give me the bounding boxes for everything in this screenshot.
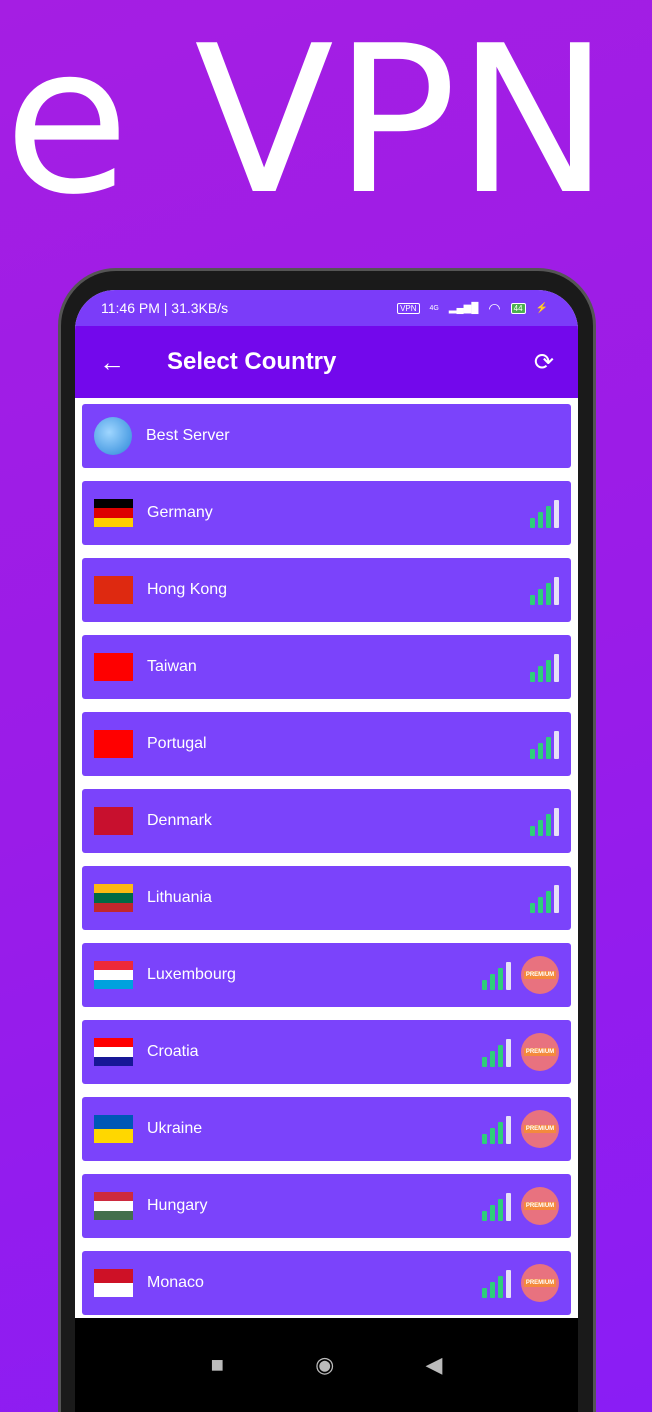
country-row[interactable]: Ukraine PREMIUM xyxy=(82,1097,571,1161)
flag-icon xyxy=(94,961,133,989)
network-type: 4G xyxy=(429,304,439,312)
country-row[interactable]: Denmark xyxy=(82,789,571,853)
signal-strength-icon xyxy=(530,575,559,605)
status-bar: 11:46 PM | 31.3KB/s VPN 4G ▂▄▆█ ◠ 44 ⚡ xyxy=(75,290,578,326)
country-name: Monaco xyxy=(147,1274,204,1291)
country-name: Luxembourg xyxy=(147,966,236,983)
back-arrow-icon[interactable]: ← xyxy=(99,347,167,378)
signal-strength-icon xyxy=(482,1114,511,1144)
country-row[interactable]: Hong Kong xyxy=(82,558,571,622)
country-row[interactable]: Lithuania xyxy=(82,866,571,930)
signal-strength-icon xyxy=(530,806,559,836)
country-name: Portugal xyxy=(147,735,207,752)
premium-badge-icon: PREMIUM xyxy=(521,956,559,994)
refresh-icon[interactable]: ⟳ xyxy=(534,348,554,377)
flag-icon xyxy=(94,653,133,681)
country-name: Hong Kong xyxy=(147,581,228,598)
country-row[interactable]: Portugal xyxy=(82,712,571,776)
vpn-badge: VPN xyxy=(397,302,420,314)
hero-title: e VPN xyxy=(4,3,610,240)
country-row[interactable]: Best Server xyxy=(82,404,571,468)
flag-icon xyxy=(94,499,133,527)
premium-badge-icon: PREMIUM xyxy=(521,1187,559,1225)
wifi-icon: ◠ xyxy=(488,299,501,316)
signal-strength-icon xyxy=(482,1037,511,1067)
signal-strength-icon xyxy=(530,652,559,682)
flag-icon xyxy=(94,1192,133,1220)
country-name: Hungary xyxy=(147,1197,208,1214)
globe-icon xyxy=(94,417,132,455)
navigation-bar: ■ ◉ ◀ xyxy=(75,1318,578,1412)
premium-badge-icon: PREMIUM xyxy=(521,1033,559,1071)
country-row[interactable]: Taiwan xyxy=(82,635,571,699)
country-row[interactable]: Croatia PREMIUM xyxy=(82,1020,571,1084)
battery-icon: 44 xyxy=(510,302,526,314)
signal-strength-icon xyxy=(530,729,559,759)
signal-strength-icon xyxy=(482,960,511,990)
country-name: Lithuania xyxy=(147,889,212,906)
country-name: Taiwan xyxy=(147,658,197,675)
country-row[interactable]: Monaco PREMIUM xyxy=(82,1251,571,1315)
premium-badge-icon: PREMIUM xyxy=(521,1264,559,1302)
flag-icon xyxy=(94,807,133,835)
country-name: Denmark xyxy=(147,812,212,829)
flag-icon xyxy=(94,730,133,758)
app-bar: ← Select Country ⟳ xyxy=(75,326,578,398)
recents-icon[interactable]: ■ xyxy=(211,1352,224,1378)
phone-screen: 11:46 PM | 31.3KB/s VPN 4G ▂▄▆█ ◠ 44 ⚡ ←… xyxy=(75,290,578,1412)
country-list: Best Server Germany Hong Kong Taiwan Portuga… xyxy=(75,398,578,1315)
country-name: Best Server xyxy=(146,427,230,444)
country-row[interactable]: Hungary PREMIUM xyxy=(82,1174,571,1238)
country-row[interactable]: Luxembourg PREMIUM xyxy=(82,943,571,1007)
signal-strength-icon xyxy=(530,498,559,528)
country-name: Croatia xyxy=(147,1043,199,1060)
flag-icon xyxy=(94,1115,133,1143)
signal-strength-icon xyxy=(482,1191,511,1221)
signal-icon: ▂▄▆█ xyxy=(448,302,479,314)
signal-strength-icon xyxy=(530,883,559,913)
signal-strength-icon xyxy=(482,1268,511,1298)
country-name: Germany xyxy=(147,504,213,521)
country-name: Ukraine xyxy=(147,1120,203,1137)
flag-icon xyxy=(94,1038,133,1066)
country-row[interactable]: Germany xyxy=(82,481,571,545)
home-icon[interactable]: ◉ xyxy=(315,1352,334,1378)
page-title: Select Country xyxy=(167,348,337,375)
flag-icon xyxy=(94,576,133,604)
flag-icon xyxy=(94,884,133,912)
premium-badge-icon: PREMIUM xyxy=(521,1110,559,1148)
flag-icon xyxy=(94,1269,133,1297)
charging-icon: ⚡ xyxy=(535,302,548,314)
back-icon[interactable]: ◀ xyxy=(425,1352,442,1378)
status-time: 11:46 PM | 31.3KB/s xyxy=(101,300,229,316)
